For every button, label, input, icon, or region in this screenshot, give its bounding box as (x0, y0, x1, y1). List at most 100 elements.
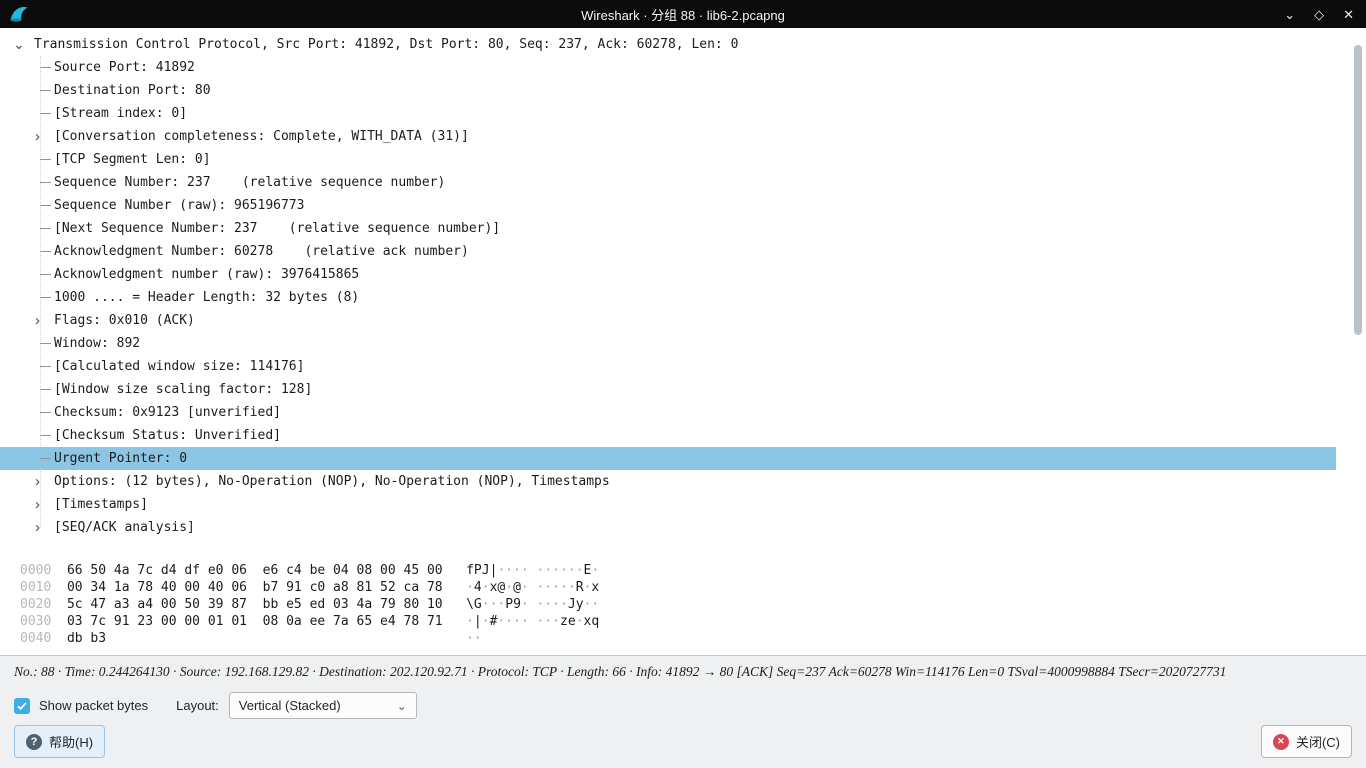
footer-controls: Show packet bytes Layout: Vertical (Stac… (0, 680, 1366, 719)
tree-row[interactable]: Urgent Pointer: 0 (0, 447, 1336, 470)
window-close-button[interactable]: ✕ (1343, 8, 1354, 21)
tree-branch-tick (34, 148, 54, 171)
tree-row-label: [Checksum Status: Unverified] (54, 428, 281, 443)
tree-branch-tick (34, 102, 54, 125)
vertical-scrollbar[interactable] (1352, 30, 1364, 554)
packet-summary-line: No.: 88 · Time: 0.244264130 · Source: 19… (0, 656, 1366, 680)
hex-bytes: 03 7c 91 23 00 00 01 01 08 0a ee 7a 65 e… (67, 614, 443, 629)
tree-expander-icon[interactable]: ⌄ (8, 33, 34, 56)
tree-row[interactable]: Sequence Number (raw): 965196773 (0, 194, 1336, 217)
tree-row[interactable]: Source Port: 41892 (0, 56, 1336, 79)
tree-row-label: [Calculated window size: 114176] (54, 359, 304, 374)
tree-branch-tick (34, 171, 54, 194)
tree-expander-icon[interactable]: › (34, 309, 54, 332)
tree-row-label: [Next Sequence Number: 237 (relative seq… (54, 221, 500, 236)
tree-branch-tick (34, 378, 54, 401)
tree-row[interactable]: [Next Sequence Number: 237 (relative seq… (0, 217, 1336, 240)
tree-branch-tick (34, 401, 54, 424)
tree-row[interactable]: ›[Timestamps] (0, 493, 1336, 516)
tree-row[interactable]: [TCP Segment Len: 0] (0, 148, 1336, 171)
hex-line[interactable]: 00205c 47 a3 a4 00 50 39 87 bb e5 ed 03 … (20, 597, 1366, 614)
hex-ascii: ·|·#···· ···ze·xq (466, 614, 599, 629)
hex-line[interactable]: 0040db b3·· (20, 631, 1366, 648)
layout-label: Layout: (176, 698, 219, 713)
help-button[interactable]: ? 帮助(H) (14, 725, 105, 758)
show-packet-bytes-toggle[interactable]: Show packet bytes (14, 698, 148, 714)
tree-branch-tick (34, 194, 54, 217)
tree-branch-tick (34, 56, 54, 79)
tree-row[interactable]: Acknowledgment Number: 60278 (relative a… (0, 240, 1336, 263)
scrollbar-thumb[interactable] (1354, 45, 1362, 335)
tree-expander-icon[interactable]: › (34, 125, 54, 148)
hex-line[interactable]: 0010 00 34 1a 78 40 00 40 06 b7 91 c0 a8 … (20, 580, 1366, 597)
tree-row[interactable]: 1000 .... = Header Length: 32 bytes (8) (0, 286, 1336, 309)
hex-offset: 0020 (20, 597, 51, 612)
tree-row-label: Urgent Pointer: 0 (54, 451, 187, 466)
window-maximize-button[interactable]: ◇ (1314, 8, 1324, 21)
hex-line[interactable]: 0000 66 50 4a 7c d4 df e0 06 e6 c4 be 04 … (20, 563, 1366, 580)
window-shade-button[interactable]: ⌄ (1284, 8, 1295, 21)
tree-row-label: [SEQ/ACK analysis] (54, 520, 195, 535)
packet-detail-tree: ⌄Transmission Control Protocol, Src Port… (0, 28, 1366, 558)
tree-row-label: Window: 892 (54, 336, 140, 351)
tree-row[interactable]: [Calculated window size: 114176] (0, 355, 1336, 378)
tree-row-label: Acknowledgment Number: 60278 (relative a… (54, 244, 469, 259)
tree-row[interactable]: ⌄Transmission Control Protocol, Src Port… (0, 33, 1336, 56)
window-controls: ⌄ ◇ ✕ (1284, 0, 1354, 28)
hex-offset: 0030 (20, 614, 51, 629)
help-icon: ? (26, 734, 42, 750)
tree-row-label: Transmission Control Protocol, Src Port:… (34, 37, 738, 52)
layout-select-value: Vertical (Stacked) (239, 698, 341, 713)
hex-bytes: 66 50 4a 7c d4 df e0 06 e6 c4 be 04 08 0… (67, 563, 443, 578)
tree-branch-tick (34, 263, 54, 286)
show-packet-bytes-checkbox[interactable] (14, 698, 30, 714)
dialog-footer: No.: 88 · Time: 0.244264130 · Source: 19… (0, 655, 1366, 768)
tree-row-label: [Timestamps] (54, 497, 148, 512)
tree-row-label: [Conversation completeness: Complete, WI… (54, 129, 469, 144)
tree-expander-icon[interactable]: › (34, 516, 54, 539)
hex-bytes: db b3 (67, 631, 443, 646)
hex-line[interactable]: 0030 03 7c 91 23 00 00 01 01 08 0a ee 7a … (20, 614, 1366, 631)
tree-row-label: Checksum: 0x9123 [unverified] (54, 405, 281, 420)
tree-row[interactable]: ›[Conversation completeness: Complete, W… (0, 125, 1336, 148)
tree-row-label: Sequence Number (raw): 965196773 (54, 198, 304, 213)
layout-select[interactable]: Vertical (Stacked) ⌄ (229, 692, 417, 719)
tree-branch-tick (34, 355, 54, 378)
tree-row[interactable]: [Window size scaling factor: 128] (0, 378, 1336, 401)
tree-row-label: Options: (12 bytes), No-Operation (NOP),… (54, 474, 610, 489)
titlebar: Wireshark · 分组 88 · lib6-2.pcapng ⌄ ◇ ✕ (0, 0, 1366, 28)
wireshark-logo-icon (9, 4, 29, 24)
chevron-down-icon: ⌄ (397, 699, 407, 713)
check-icon (16, 700, 28, 712)
hex-offset: 0000 (20, 563, 51, 578)
tree-row-label: [Stream index: 0] (54, 106, 187, 121)
tree-row[interactable]: Checksum: 0x9123 [unverified] (0, 401, 1336, 424)
show-packet-bytes-label: Show packet bytes (39, 698, 148, 713)
tree-row[interactable]: ›Options: (12 bytes), No-Operation (NOP)… (0, 470, 1336, 493)
tree-row-label: [TCP Segment Len: 0] (54, 152, 211, 167)
tree-row[interactable]: Sequence Number: 237 (relative sequence … (0, 171, 1336, 194)
tree-row-label: Destination Port: 80 (54, 83, 211, 98)
hex-ascii: ·· (466, 631, 482, 646)
tree-row[interactable]: Acknowledgment number (raw): 3976415865 (0, 263, 1336, 286)
tree-row[interactable]: ›Flags: 0x010 (ACK) (0, 309, 1336, 332)
tree-row[interactable]: [Stream index: 0] (0, 102, 1336, 125)
tree-branch-tick (34, 447, 54, 470)
tree-row-label: Acknowledgment number (raw): 3976415865 (54, 267, 359, 282)
tree-expander-icon[interactable]: › (34, 493, 54, 516)
tree-row[interactable]: ›[SEQ/ACK analysis] (0, 516, 1336, 539)
hex-ascii: fPJ|···· ······E· (466, 563, 599, 578)
tree-row[interactable]: Window: 892 (0, 332, 1336, 355)
tree-row-label: Flags: 0x010 (ACK) (54, 313, 195, 328)
close-button[interactable]: ✕ 关闭(C) (1261, 725, 1352, 758)
tree-row-label: Sequence Number: 237 (relative sequence … (54, 175, 445, 190)
hex-ascii: \G···P9· ····Jy·· (466, 597, 599, 612)
hex-offset: 0010 (20, 580, 51, 595)
tree-row[interactable]: [Checksum Status: Unverified] (0, 424, 1336, 447)
tree-expander-icon[interactable]: › (34, 470, 54, 493)
hex-bytes: 00 34 1a 78 40 00 40 06 b7 91 c0 a8 81 5… (67, 580, 443, 595)
help-button-label: 帮助(H) (49, 732, 93, 751)
tree-branch-tick (34, 286, 54, 309)
tree-row[interactable]: Destination Port: 80 (0, 79, 1336, 102)
tree-branch-tick (34, 424, 54, 447)
